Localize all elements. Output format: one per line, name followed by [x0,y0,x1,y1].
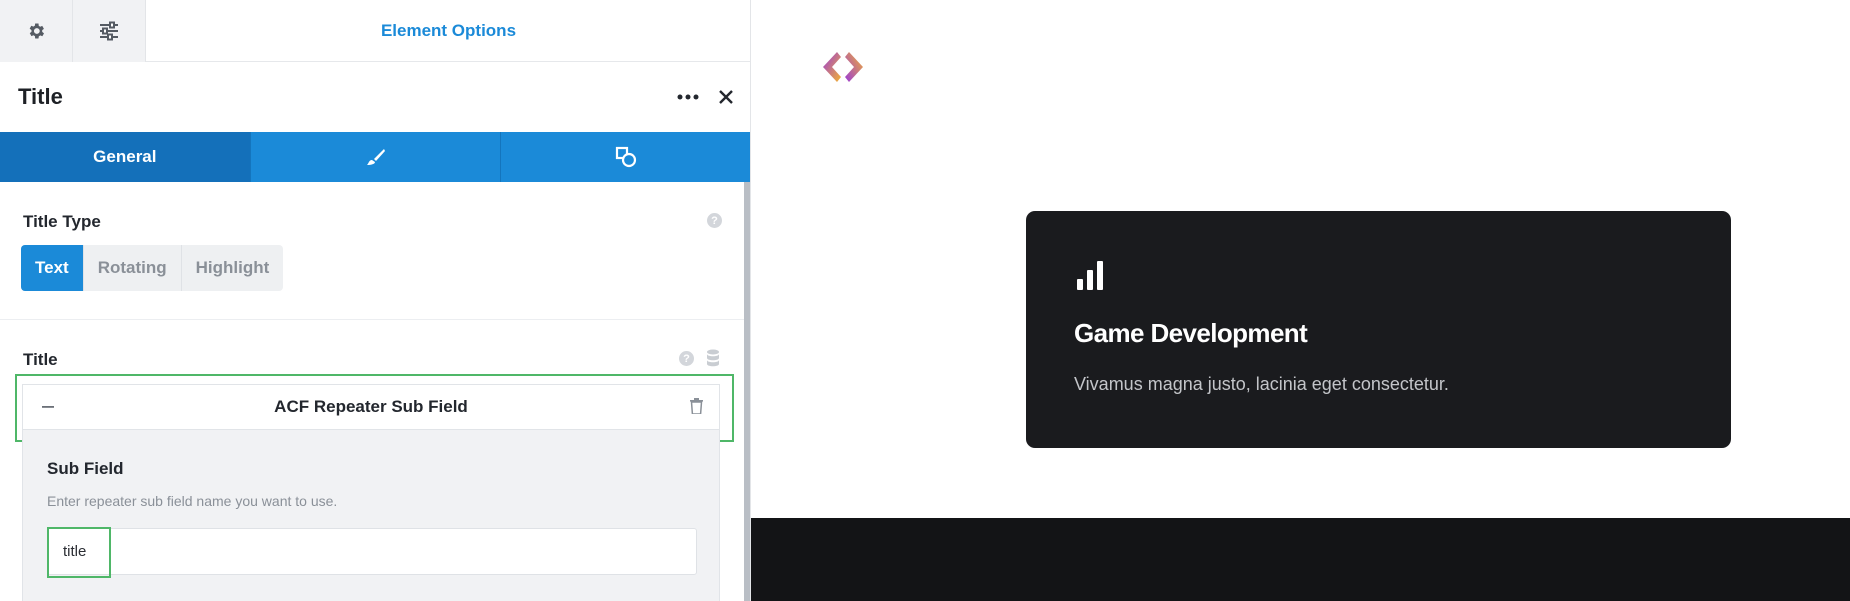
close-button[interactable] [715,86,737,108]
dark-section [751,518,1850,601]
section-divider [0,319,744,320]
close-icon [719,90,733,104]
panel-topbar: Element Options [0,0,750,62]
dynamic-data-button[interactable] [705,348,721,368]
help-icon[interactable]: ? [679,351,694,366]
title-type-rotating-option[interactable]: Rotating [84,245,182,291]
card-title: Game Development [1074,318,1308,348]
element-options-panel: Element Options Title General Title Type… [0,0,751,601]
sliders-icon [100,21,118,41]
tab-general[interactable]: General [0,132,251,182]
sub-field-section [22,430,720,601]
help-icon[interactable]: ? [707,213,722,228]
element-title: Title [18,84,63,109]
gear-icon [29,23,44,39]
sub-field-input[interactable] [47,528,697,575]
site-logo[interactable] [821,50,865,89]
paintbrush-icon [366,149,385,165]
tab-advanced[interactable] [501,132,750,182]
shapes-icon [616,146,637,168]
scrollbar-thumb[interactable] [744,182,750,601]
title-type-highlight-option[interactable]: Highlight [182,245,284,291]
panel-tabs: General [0,132,750,182]
element-header: Title [0,62,750,132]
structure-button[interactable] [73,0,146,62]
title-type-label: Title Type [23,212,101,231]
panel-header-title: Element Options [380,21,517,40]
title-type-selector: Text Rotating Highlight [21,245,284,291]
card-description: Vivamus magna justo, lacinia eget consec… [1074,374,1449,394]
tab-style[interactable] [251,132,502,182]
title-field-label: Title [23,350,58,369]
ellipsis-icon [677,94,699,100]
database-icon [707,349,719,367]
title-type-text-option[interactable]: Text [21,245,84,291]
logo-icon [823,52,863,82]
sub-field-hint: Enter repeater sub field name you want t… [47,493,338,509]
sub-field-label: Sub Field [47,459,124,478]
more-options-button[interactable] [676,87,700,107]
settings-button[interactable] [0,0,73,62]
signal-bars-icon [1077,260,1107,295]
